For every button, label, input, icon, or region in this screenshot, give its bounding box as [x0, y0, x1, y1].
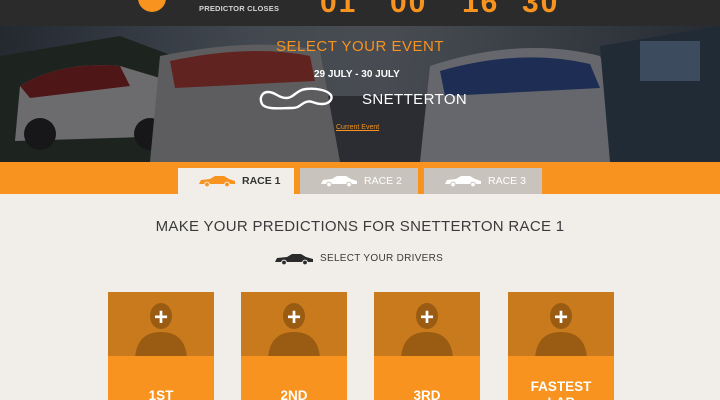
add-driver-icon: + — [286, 304, 301, 331]
current-event-link[interactable]: Current Event — [336, 124, 379, 131]
race-car-icon — [275, 254, 313, 265]
tab-race-1-label: RACE 1 — [242, 175, 281, 187]
driver-placeholder: + — [508, 292, 614, 356]
countdown-seconds: 30 — [522, 0, 560, 19]
predictor-closes-label: PREDICTOR CLOSES — [199, 4, 280, 13]
select-event-heading: SELECT YOUR EVENT — [276, 38, 444, 55]
countdown-hours: 00 — [390, 0, 428, 19]
tab-race-2-label: RACE 2 — [364, 175, 402, 187]
add-driver-icon: + — [553, 304, 568, 331]
driver-slot-2nd[interactable]: + 2ND — [241, 292, 347, 400]
track-map-icon — [259, 87, 333, 110]
driver-slot-1st[interactable]: + 1ST — [108, 292, 214, 400]
event-hero: SELECT YOUR EVENT 29 JULY - 30 JULY SNET… — [0, 26, 720, 162]
slot-label-2nd: 2ND — [280, 388, 308, 400]
tab-race-2[interactable]: RACE 2 — [300, 168, 418, 194]
tab-race-3[interactable]: RACE 3 — [424, 168, 542, 194]
countdown-minutes: 16 — [462, 0, 500, 19]
race-car-icon — [199, 176, 235, 187]
event-name: SNETTERTON — [362, 91, 468, 108]
tab-race-1[interactable]: RACE 1 — [178, 168, 294, 194]
countdown-days: 01 — [320, 0, 358, 19]
driver-placeholder: + — [108, 292, 214, 356]
tab-race-3-label: RACE 3 — [488, 175, 526, 187]
race-tabs: RACE 1 RACE 2 RACE 3 — [0, 162, 720, 194]
slot-label-fastest-lap: FASTEST LAP — [530, 379, 592, 400]
driver-placeholder: + — [241, 292, 347, 356]
countdown-bar: PREDICTOR CLOSES 01 00 16 30 — [0, 0, 720, 26]
add-driver-icon: + — [419, 304, 434, 331]
predictions-heading: MAKE YOUR PREDICTIONS FOR SNETTERTON RAC… — [155, 218, 565, 235]
slot-label-3rd: 3RD — [413, 388, 441, 400]
add-driver-icon: + — [153, 304, 168, 331]
race-car-icon — [445, 176, 481, 187]
race-car-icon — [321, 176, 357, 187]
driver-placeholder: + — [374, 292, 480, 356]
driver-slot-fastest-lap[interactable]: + FASTEST LAP — [508, 292, 614, 400]
driver-slot-3rd[interactable]: + 3RD — [374, 292, 480, 400]
select-drivers-label: SELECT YOUR DRIVERS — [320, 253, 444, 264]
slot-label-1st: 1ST — [148, 388, 174, 400]
orange-circle-icon — [138, 0, 166, 12]
select-drivers-row: SELECT YOUR DRIVERS — [274, 252, 443, 265]
event-dates: 29 JULY - 30 JULY — [314, 69, 400, 80]
